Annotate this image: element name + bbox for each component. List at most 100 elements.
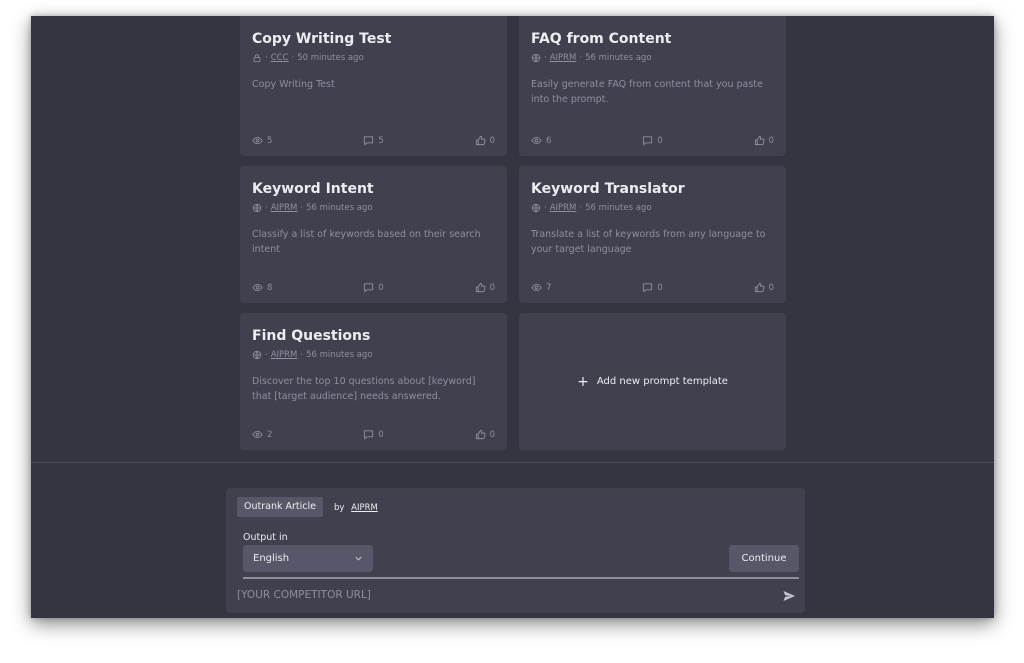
meta-separator: ·	[300, 350, 304, 360]
comment-icon	[364, 430, 374, 440]
prompt-composer: Outrank Article by AIPRM Output in Engli…	[226, 488, 805, 613]
selected-language: English	[253, 553, 290, 564]
send-icon[interactable]	[782, 589, 796, 603]
comments-count: 0	[378, 429, 384, 440]
plus-icon: +	[577, 373, 589, 390]
likes-stat[interactable]: 0	[754, 135, 774, 146]
views-stat: 2	[252, 429, 272, 440]
prompt-card-faq-from-content[interactable]: FAQ from Content · AIPRM · 56 minutes ag…	[519, 16, 786, 156]
prompt-card-keyword-translator[interactable]: Keyword Translator · AIPRM · 56 minutes …	[519, 166, 786, 303]
thumbs-up-icon	[475, 429, 486, 440]
prompt-card-keyword-intent[interactable]: Keyword Intent · AIPRM · 56 minutes ago …	[240, 166, 507, 303]
card-meta: · AIPRM · 56 minutes ago	[252, 350, 495, 360]
card-description: Copy Writing Test	[252, 79, 335, 90]
card-description: Easily generate FAQ from content that yo…	[531, 79, 763, 105]
comments-count: 0	[657, 135, 663, 146]
add-prompt-template-label: Add new prompt template	[596, 376, 728, 387]
likes-stat[interactable]: 0	[475, 282, 495, 293]
template-author-line: by AIPRM	[334, 503, 378, 513]
output-language-select[interactable]: English	[243, 545, 373, 572]
competitor-url-input[interactable]	[237, 586, 767, 604]
comments-stat[interactable]: 0	[642, 135, 663, 146]
card-meta: · AIPRM · 56 minutes ago	[252, 203, 495, 213]
views-stat: 5	[252, 135, 272, 146]
views-count: 7	[546, 282, 552, 293]
card-meta: · CCC · 50 minutes ago	[252, 53, 495, 63]
thumbs-up-icon	[475, 282, 486, 293]
chat-window: Copy Writing Test · CCC · 50 minutes ago…	[31, 16, 994, 618]
globe-icon	[531, 53, 541, 63]
card-description: Discover the top 10 questions about [key…	[252, 376, 476, 402]
likes-stat[interactable]: 0	[475, 429, 495, 440]
output-language-label: Output in	[243, 532, 288, 543]
card-meta: · AIPRM · 56 minutes ago	[531, 203, 774, 213]
card-title: FAQ from Content	[531, 31, 672, 47]
views-count: 6	[546, 135, 552, 146]
card-description: Translate a list of keywords from any la…	[531, 229, 766, 255]
card-stats: 2 0 0	[252, 429, 495, 440]
meta-separator: ·	[579, 53, 583, 63]
card-stats: 6 0 0	[531, 135, 774, 146]
comments-stat[interactable]: 5	[363, 135, 384, 146]
globe-icon	[531, 203, 541, 213]
likes-count: 0	[768, 135, 774, 146]
likes-stat[interactable]: 0	[475, 135, 495, 146]
card-timestamp: 56 minutes ago	[585, 53, 652, 63]
comments-stat[interactable]: 0	[363, 282, 384, 293]
card-title: Keyword Translator	[531, 181, 685, 197]
eye-icon	[252, 136, 263, 145]
comment-icon	[364, 283, 374, 293]
comments-stat[interactable]: 0	[642, 282, 663, 293]
comment-icon	[364, 136, 374, 146]
comment-icon	[643, 136, 653, 146]
divider	[31, 462, 994, 463]
comments-count: 5	[378, 135, 384, 146]
card-author-link[interactable]: AIPRM	[550, 203, 577, 213]
card-author-link[interactable]: CCC	[271, 53, 289, 63]
add-prompt-template-button[interactable]: + Add new prompt template	[519, 313, 786, 450]
comments-stat[interactable]: 0	[363, 429, 384, 440]
likes-stat[interactable]: 0	[754, 282, 774, 293]
eye-icon	[531, 283, 542, 292]
card-timestamp: 56 minutes ago	[585, 203, 652, 213]
card-stats: 5 5 0	[252, 135, 495, 146]
continue-button[interactable]: Continue	[729, 545, 799, 572]
prompt-template-grid: Copy Writing Test · CCC · 50 minutes ago…	[240, 16, 786, 450]
meta-separator: ·	[300, 203, 304, 213]
chevron-down-icon	[355, 556, 362, 561]
meta-separator: ·	[579, 203, 583, 213]
card-timestamp: 56 minutes ago	[306, 350, 373, 360]
likes-count: 0	[489, 429, 495, 440]
views-count: 5	[267, 135, 273, 146]
template-author-link[interactable]: AIPRM	[351, 503, 378, 513]
input-separator	[243, 577, 799, 579]
views-stat: 7	[531, 282, 551, 293]
card-title: Keyword Intent	[252, 181, 374, 197]
prompt-card-copy-writing-test[interactable]: Copy Writing Test · CCC · 50 minutes ago…	[240, 16, 507, 156]
views-stat: 8	[252, 282, 272, 293]
thumbs-up-icon	[754, 282, 765, 293]
eye-icon	[252, 283, 263, 292]
meta-separator: ·	[265, 203, 268, 213]
card-author-link[interactable]: AIPRM	[271, 350, 298, 360]
card-description: Classify a list of keywords based on the…	[252, 229, 481, 255]
card-stats: 7 0 0	[531, 282, 774, 293]
card-title: Copy Writing Test	[252, 31, 392, 47]
card-title: Find Questions	[252, 328, 371, 344]
globe-icon	[252, 203, 262, 213]
card-stats: 8 0 0	[252, 282, 495, 293]
likes-count: 0	[489, 135, 495, 146]
views-count: 2	[267, 429, 273, 440]
views-count: 8	[267, 282, 273, 293]
thumbs-up-icon	[475, 135, 486, 146]
selected-template-chip[interactable]: Outrank Article	[237, 497, 323, 517]
card-author-link[interactable]: AIPRM	[271, 203, 298, 213]
card-author-link[interactable]: AIPRM	[550, 53, 577, 63]
meta-separator: ·	[544, 53, 547, 63]
meta-separator: ·	[544, 203, 547, 213]
thumbs-up-icon	[754, 135, 765, 146]
card-timestamp: 56 minutes ago	[306, 203, 373, 213]
card-meta: · AIPRM · 56 minutes ago	[531, 53, 774, 63]
prompt-card-find-questions[interactable]: Find Questions · AIPRM · 56 minutes ago …	[240, 313, 507, 450]
comments-count: 0	[378, 282, 384, 293]
